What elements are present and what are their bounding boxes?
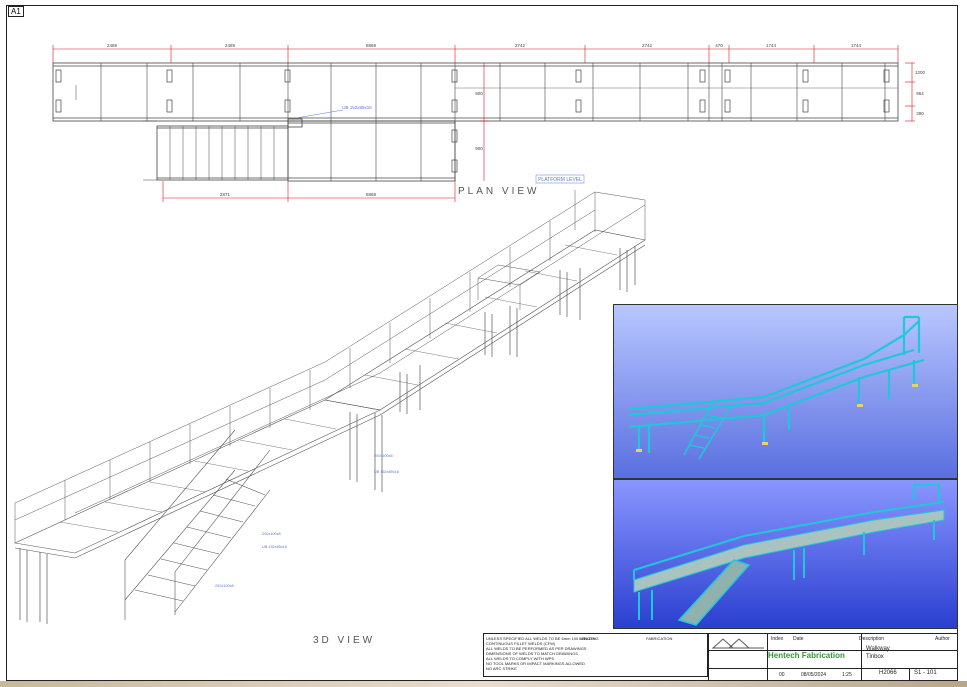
tb-scale: 1:25 [842, 672, 852, 678]
render-bottom-svg [633, 484, 945, 626]
dim-label: 1744 [766, 43, 777, 48]
company-name: Hentech Fabrication [768, 651, 845, 660]
notes-header: FABRICATION [646, 636, 673, 641]
tb-divider [909, 668, 910, 680]
dim-label: 2489 [225, 43, 236, 48]
plan-dimensions [52, 45, 915, 202]
iso-walkway-deck-left [13, 399, 381, 554]
tb-divider [709, 668, 957, 669]
plan-view-label: PLAN VIEW [458, 186, 540, 197]
iso-callout: UB 152x89x16 [374, 470, 399, 474]
dim-label: 1200 [915, 70, 926, 75]
dim-label: 8868 [366, 43, 377, 48]
iso-callout: 200x100x8 [262, 532, 281, 536]
dim-label: 8868 [366, 192, 377, 197]
plan-view [52, 62, 899, 182]
plan-stair [156, 125, 289, 181]
iso-corner-platform [477, 264, 541, 310]
dim-label: 470 [715, 43, 723, 48]
iso-deck-crossbeams [59, 244, 618, 533]
iso-callout: 200x100x8 [215, 584, 234, 588]
tb-job-number: H2066 [879, 670, 897, 676]
plan-stair-treads [169, 126, 275, 180]
tb-date: 08/05/2024 [801, 672, 827, 678]
dim-label: 900 [475, 91, 483, 96]
beam-callout: UB 152x89x16 [342, 105, 372, 110]
render-top-svg [628, 315, 925, 460]
iso-handrails [14, 190, 646, 543]
note-line: NO ARC STRIKE [486, 666, 517, 671]
tb-subtitle: Tinbox [866, 654, 884, 660]
dim-label: 1744 [851, 43, 862, 48]
tb-sheet-number: S1 - 101 [914, 670, 937, 676]
general-notes: UNLESS SPECIFIED ALL WELDS TO BE 6mm 100… [483, 633, 708, 677]
iso-support-legs [19, 246, 636, 624]
tb-header-index: Index [771, 636, 784, 642]
plan-lower-platform [287, 120, 456, 182]
render-view-bottom [613, 479, 958, 629]
title-block: Hentech Fabrication Index Date Descripti… [708, 633, 958, 681]
dim-label: 900 [475, 146, 483, 151]
iso-view [13, 190, 646, 624]
tb-divider [767, 634, 768, 680]
tb-description: Walkway [866, 646, 890, 652]
tb-divider [709, 650, 957, 651]
iso-callout: 200x100x8 [374, 454, 393, 458]
tb-header-author: Author [935, 636, 950, 642]
iso-callout: UB 152x89x16 [262, 545, 287, 549]
company-logo-icon [711, 638, 764, 649]
dim-label: 2871 [220, 192, 231, 197]
dim-label: 2742 [515, 43, 526, 48]
plan-panel-lines [100, 63, 886, 181]
tb-header-description: Description [859, 636, 885, 642]
dim-label: 964 [916, 91, 924, 96]
render-view-top [613, 304, 958, 479]
tb-divider [861, 634, 862, 680]
level-callout: PLATFORM LEVEL [538, 177, 582, 183]
dim-label: 2489 [107, 43, 118, 48]
notes-header: WELDING [580, 636, 599, 641]
tb-rev: 00 [779, 672, 785, 678]
desk-background-strip [0, 681, 967, 687]
tb-header-date: Date [793, 636, 804, 642]
drawing-sheet: A1 2489 2489 8868 2742 2742 470 1744 174… [0, 0, 967, 687]
dim-label: 2742 [642, 43, 653, 48]
dim-label: 390 [916, 111, 924, 116]
iso-view-label: 3D VIEW [313, 635, 376, 646]
